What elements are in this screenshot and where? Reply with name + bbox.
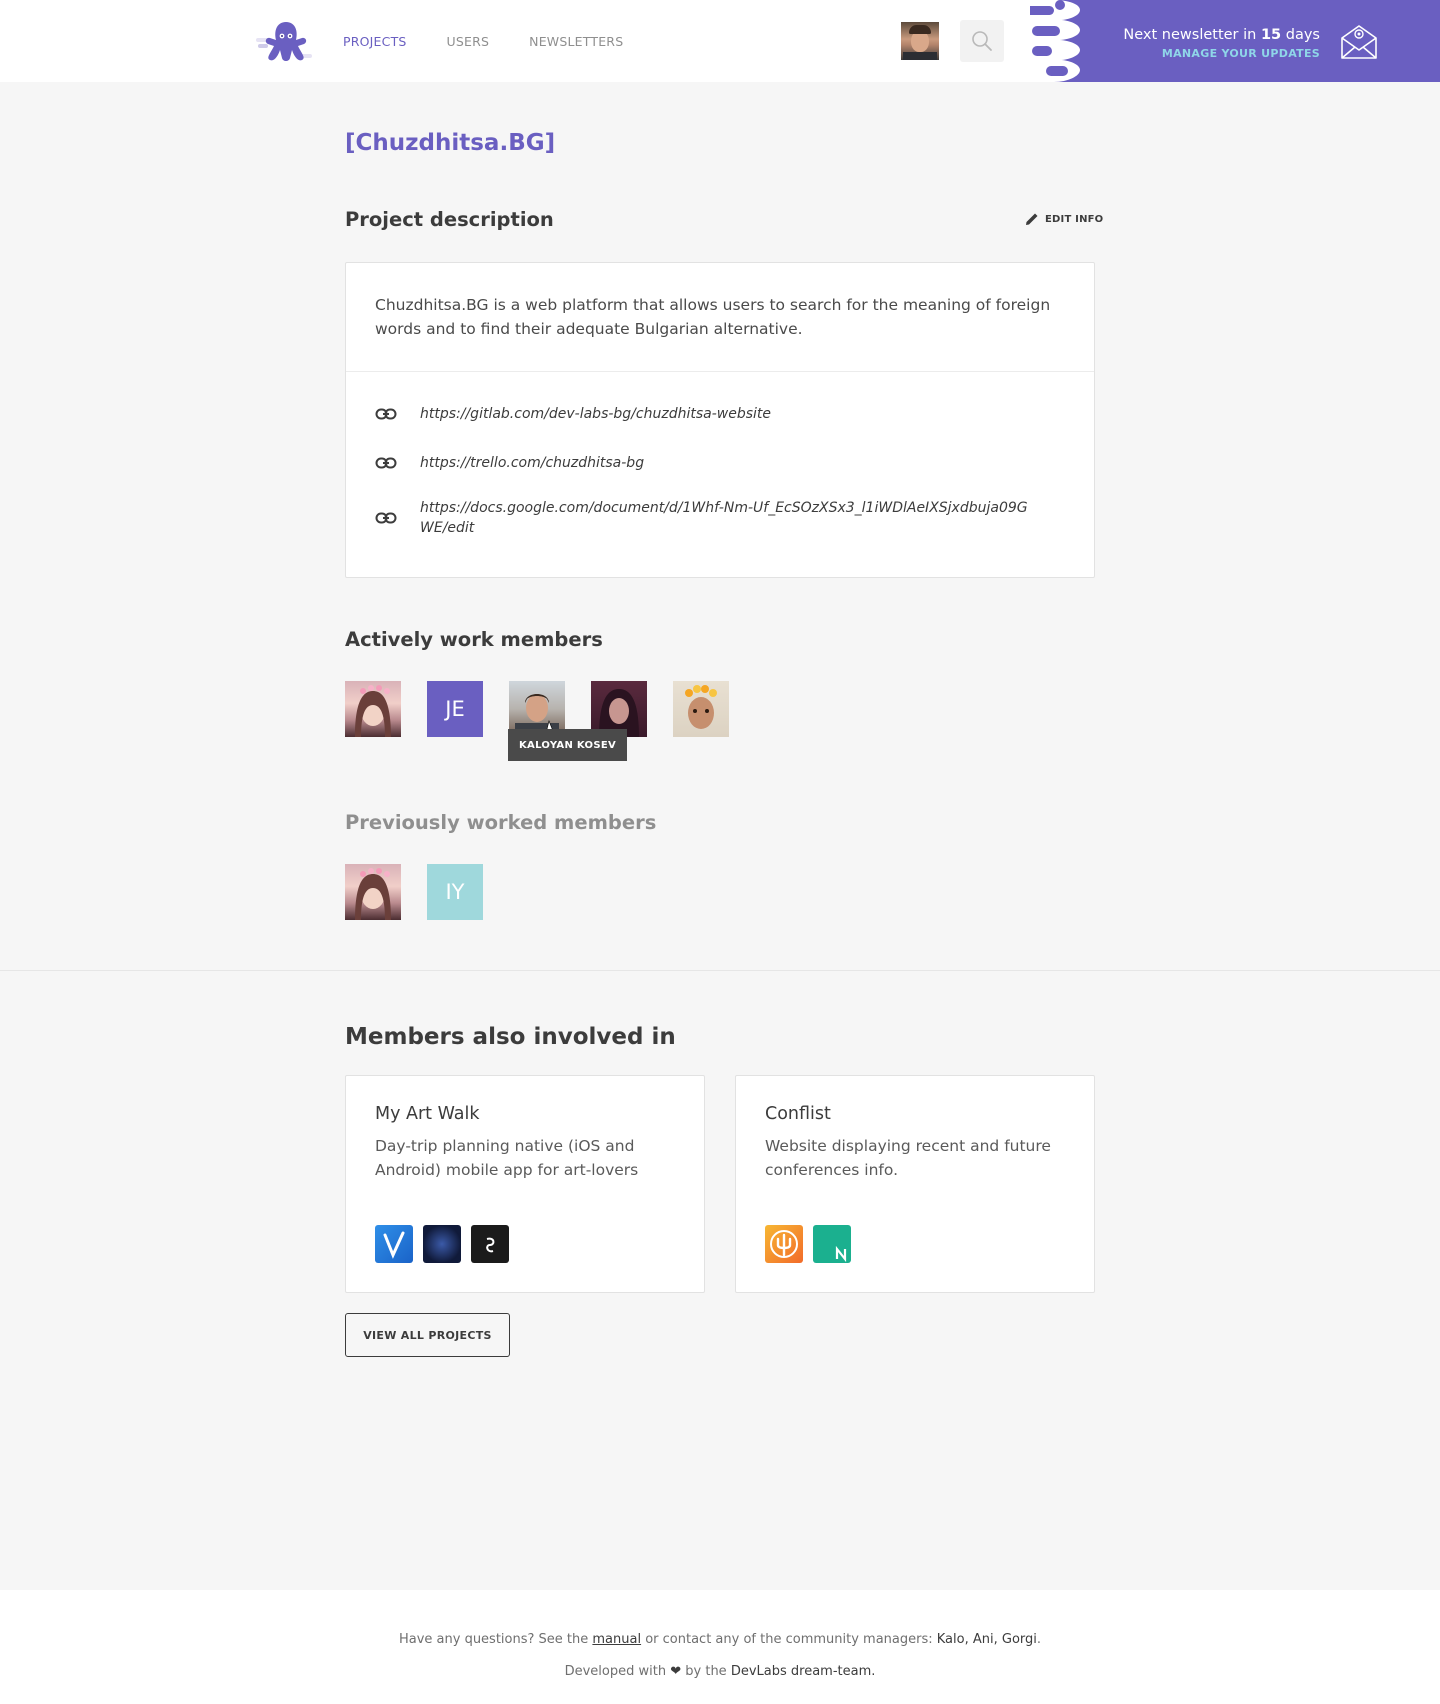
nav-newsletters[interactable]: NEWSLETTERS	[529, 34, 623, 49]
description-card: Chuzdhitsa.BG is a web platform that all…	[345, 262, 1095, 578]
member-initials-avatar[interactable]: IY	[427, 864, 483, 920]
link-icon	[375, 408, 397, 420]
project-card-members	[765, 1225, 851, 1263]
project-details: [Chuzdhitsa.BG] Project description EDIT…	[0, 82, 1440, 972]
nav-projects[interactable]: PROJECTS	[343, 34, 407, 49]
previous-members-list: IY	[345, 864, 483, 920]
project-link-gitlab[interactable]: https://gitlab.com/dev-labs-bg/chuzdhits…	[420, 404, 1040, 424]
manual-link[interactable]: manual	[592, 1632, 641, 1647]
heart-icon: ❤	[670, 1664, 682, 1679]
member-avatar[interactable]	[423, 1225, 461, 1263]
envelope-icon[interactable]	[1340, 22, 1378, 60]
nav-users[interactable]: USERS	[447, 34, 490, 49]
section-divider	[0, 970, 1440, 971]
member-avatar[interactable]	[673, 681, 729, 737]
member-avatar[interactable]	[813, 1225, 851, 1263]
main-nav: PROJECTS USERS NEWSLETTERS	[343, 34, 623, 49]
description-heading: Project description	[345, 208, 554, 231]
search-icon	[972, 31, 992, 51]
octopus-logo-icon[interactable]	[254, 16, 318, 64]
footer-credits: Developed with ❤ by the DevLabs dream-te…	[564, 1664, 876, 1679]
member-avatar[interactable]	[471, 1225, 509, 1263]
link-item: https://trello.com/chuzdhitsa-bg	[375, 453, 1065, 473]
previous-members-heading: Previously worked members	[345, 811, 657, 834]
project-card-description: Website displaying recent and future con…	[765, 1137, 1051, 1179]
project-description: Chuzdhitsa.BG is a web platform that all…	[375, 296, 1051, 338]
link-icon	[375, 457, 397, 469]
top-header: PROJECTS USERS NEWSLETTERS Next newslett…	[0, 0, 1440, 82]
pencil-icon	[1026, 213, 1038, 225]
project-card-title: My Art Walk	[375, 1104, 480, 1124]
related-projects-heading: Members also involved in	[345, 1024, 676, 1050]
project-card-description: Day-trip planning native (iOS and Androi…	[375, 1137, 639, 1179]
newsletter-countdown: Next newsletter in 15 days	[1123, 27, 1320, 43]
member-avatar[interactable]	[345, 864, 401, 920]
project-card-members	[375, 1225, 509, 1263]
team-name: DevLabs dream-team.	[730, 1664, 876, 1679]
manage-updates-link[interactable]: MANAGE YOUR UPDATES	[1162, 47, 1320, 60]
link-item: https://docs.google.com/document/d/1Whf-…	[375, 498, 1065, 538]
newsletter-banner: Next newsletter in 15 days MANAGE YOUR U…	[1030, 0, 1440, 82]
current-user-avatar[interactable]	[901, 22, 939, 60]
related-projects: Members also involved in My Art Walk Day…	[0, 972, 1440, 1592]
active-members-heading: Actively work members	[345, 628, 603, 651]
page-title: [Chuzdhitsa.BG]	[345, 130, 556, 156]
edit-info-button[interactable]: EDIT INFO	[1025, 212, 1103, 226]
link-icon	[375, 512, 397, 524]
project-card[interactable]: My Art Walk Day-trip planning native (iO…	[345, 1075, 705, 1293]
banner-decoration-icon	[1030, 0, 1090, 82]
project-link-trello[interactable]: https://trello.com/chuzdhitsa-bg	[420, 453, 1040, 473]
project-link-google-docs[interactable]: https://docs.google.com/document/d/1Whf-…	[420, 498, 1040, 538]
footer-help-text: Have any questions? See the manual or co…	[398, 1632, 1042, 1647]
project-card-title: Conflist	[765, 1104, 831, 1124]
view-all-projects-button[interactable]: VIEW ALL PROJECTS	[345, 1313, 510, 1357]
member-name-tooltip: KALOYAN KOSEV	[508, 729, 627, 761]
search-button[interactable]	[960, 20, 1004, 62]
card-divider	[346, 371, 1094, 372]
member-avatar[interactable]	[765, 1225, 803, 1263]
footer: Have any questions? See the manual or co…	[0, 1590, 1440, 1704]
member-avatar[interactable]	[345, 681, 401, 737]
community-managers: Kalo, Ani, Gorgi	[936, 1632, 1037, 1647]
member-avatar[interactable]	[375, 1225, 413, 1263]
project-card[interactable]: Conflist Website displaying recent and f…	[735, 1075, 1095, 1293]
link-item: https://gitlab.com/dev-labs-bg/chuzdhits…	[375, 404, 1065, 424]
member-initials-avatar[interactable]: JE	[427, 681, 483, 737]
